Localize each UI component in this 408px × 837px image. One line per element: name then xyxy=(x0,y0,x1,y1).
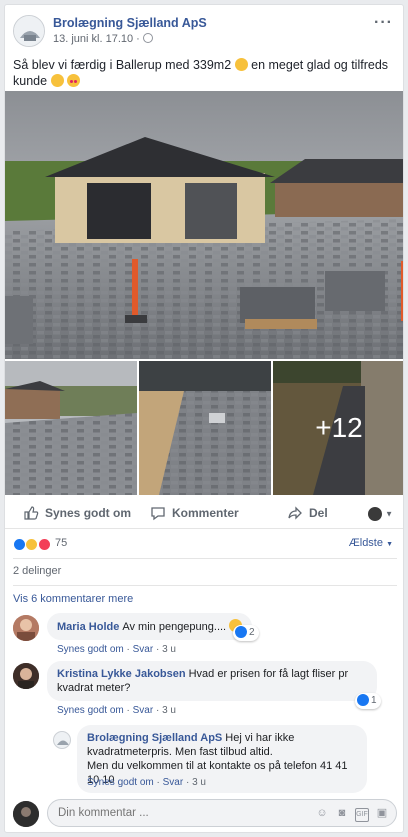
laugh-emoji-icon xyxy=(50,74,64,87)
comment-bubble: Maria Holde Av min pengepung.... xyxy=(47,613,253,640)
commenter-name[interactable]: Kristina Lykke Jakobsen xyxy=(57,668,186,680)
like-reaction-icon xyxy=(357,694,369,706)
reply-author-name[interactable]: Brolægning Sjælland ApS xyxy=(87,732,222,744)
comment-like-link[interactable]: Synes godt om xyxy=(57,705,124,716)
love-reaction-icon xyxy=(37,538,51,552)
comment-bubble: Kristina Lykke Jakobsen Hvad er prisen fo… xyxy=(47,661,377,701)
divider xyxy=(13,558,397,559)
reaction-count[interactable]: 75 xyxy=(55,537,67,549)
post-timestamp[interactable]: 13. juni kl. 17.10 · xyxy=(53,33,153,45)
comment-sort-dropdown[interactable]: Ældste ▼ xyxy=(349,537,393,549)
chevron-down-icon: ▼ xyxy=(385,509,393,519)
like-label: Synes godt om xyxy=(45,506,132,520)
comment: Kristina Lykke Jakobsen Hvad er prisen fo… xyxy=(13,661,397,721)
reaction-icons xyxy=(13,537,51,552)
shares-count[interactable]: 2 delinger xyxy=(13,565,61,577)
share-icon xyxy=(288,506,302,520)
comment-age[interactable]: 3 u xyxy=(162,644,176,655)
comment-age[interactable]: 3 u xyxy=(162,705,176,716)
wow-reaction-icon xyxy=(25,538,39,552)
post-header: Brolægning Sjælland ApS 13. juni kl. 17.… xyxy=(5,5,403,53)
comment-icon xyxy=(151,507,165,521)
sort-chevron-icon: ▼ xyxy=(386,541,393,548)
reply-meta: Synes godt om · Svar · 3 u xyxy=(87,777,206,788)
heart-eyes-emoji-icon xyxy=(67,74,81,87)
commenter-avatar[interactable] xyxy=(13,663,39,689)
comment-composer: ☺ ◙ GIF ▣ xyxy=(13,799,397,829)
comment-reaction-badge[interactable]: 1 xyxy=(355,693,381,709)
photo-thumbnail-1[interactable] xyxy=(5,361,137,495)
post-text: Så blev vi færdig i Ballerup med 339m2 e… xyxy=(13,57,401,89)
commenter-avatar[interactable] xyxy=(13,615,39,641)
comment-like-link[interactable]: Synes godt om xyxy=(57,644,124,655)
thumbs-up-icon xyxy=(24,506,39,520)
post-card: Brolægning Sjælland ApS 13. juni kl. 17.… xyxy=(4,4,404,833)
reply-reply-link[interactable]: Svar xyxy=(163,777,184,788)
like-reaction-icon xyxy=(13,538,26,552)
post-action-bar: Synes godt om Kommenter Del ▼ xyxy=(5,497,403,529)
current-user-avatar[interactable] xyxy=(13,801,39,827)
main-photo[interactable] xyxy=(5,91,403,359)
grin-emoji-icon xyxy=(234,58,248,71)
gif-icon[interactable]: GIF xyxy=(355,808,369,822)
commenter-name[interactable]: Maria Holde xyxy=(57,621,119,633)
emoji-picker-icon[interactable]: ☺ xyxy=(315,806,329,820)
sticker-icon[interactable]: ▣ xyxy=(375,806,389,820)
share-label: Del xyxy=(309,506,328,520)
share-as-page-selector[interactable]: ▼ xyxy=(367,506,393,521)
comment-text: Av min pengepung.... xyxy=(122,621,227,633)
comment-reply-link[interactable]: Svar xyxy=(133,705,154,716)
like-reaction-icon xyxy=(235,626,247,638)
view-more-comments-link[interactable]: Vis 6 kommentarer mere xyxy=(13,593,133,605)
more-photos-overlay[interactable]: +12 xyxy=(273,361,403,495)
comment: Maria Holde Av min pengepung.... 2 Synes … xyxy=(13,613,397,657)
photo-thumbnail-3[interactable]: +12 xyxy=(273,361,403,495)
globe-icon xyxy=(142,33,153,43)
page-selector-avatar xyxy=(367,506,382,521)
comment-reply-link[interactable]: Svar xyxy=(133,644,154,655)
reply-like-link[interactable]: Synes godt om xyxy=(87,777,154,788)
comment-label: Kommenter xyxy=(172,506,239,520)
divider xyxy=(13,585,397,586)
reply-age[interactable]: 3 u xyxy=(192,777,206,788)
comment-meta: Synes godt om · Svar · 3 u xyxy=(57,644,176,655)
comment-like-count: 2 xyxy=(249,627,255,638)
page-avatar[interactable] xyxy=(13,15,45,47)
comment-reaction-badge[interactable]: 2 xyxy=(233,625,259,641)
page-name-link[interactable]: Brolægning Sjælland ApS xyxy=(53,16,207,30)
comment-meta: Synes godt om · Svar · 3 u xyxy=(57,705,176,716)
reply-comment: Brolægning Sjælland ApS Hej vi har ikke k… xyxy=(53,725,397,793)
sort-label: Ældste xyxy=(348,537,383,549)
share-button[interactable]: Del xyxy=(287,505,328,521)
post-text-part1: Så blev vi færdig i Ballerup med 339m2 xyxy=(13,58,232,72)
composer-icons: ☺ ◙ GIF ▣ xyxy=(309,805,389,822)
comment-like-count: 1 xyxy=(371,695,377,706)
timestamp-text: 13. juni kl. 17.10 · xyxy=(53,33,140,45)
comment-button[interactable]: Kommenter xyxy=(150,505,239,521)
more-options-button[interactable]: ··· xyxy=(374,14,393,32)
photo-thumbnail-2[interactable] xyxy=(139,361,271,495)
page-reply-avatar[interactable] xyxy=(53,731,71,749)
camera-icon[interactable]: ◙ xyxy=(335,806,349,820)
reaction-summary[interactable]: 75 xyxy=(5,530,403,558)
like-button[interactable]: Synes godt om xyxy=(23,505,131,521)
